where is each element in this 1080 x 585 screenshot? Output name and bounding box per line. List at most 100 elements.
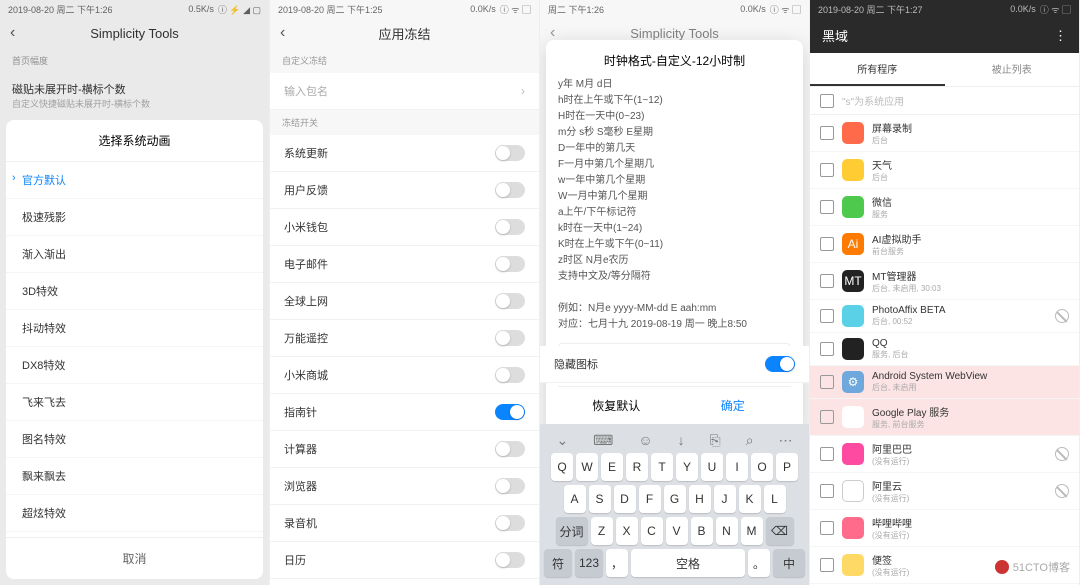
checkbox[interactable] [820, 375, 834, 389]
toggle-switch[interactable] [765, 356, 795, 372]
app-row[interactable]: 阿里云(没有运行) [810, 473, 1079, 510]
space-key[interactable]: 空格 [631, 549, 745, 577]
app-row[interactable]: QQ服务, 后台 [810, 333, 1079, 366]
kb-icon[interactable]: ⌄ [556, 432, 568, 449]
tab-all[interactable]: 所有程序 [810, 53, 945, 86]
checkbox[interactable] [820, 94, 834, 108]
animation-option[interactable]: 超炫特效 [6, 495, 263, 532]
toggle-switch[interactable] [495, 367, 525, 383]
key[interactable]: Q [551, 453, 573, 481]
freeze-row[interactable]: 小米商城 [270, 357, 539, 394]
freeze-row[interactable]: 指南针 [270, 394, 539, 431]
key[interactable]: F [639, 485, 661, 513]
block-icon[interactable] [1055, 484, 1069, 498]
checkbox[interactable] [820, 447, 834, 461]
checkbox[interactable] [820, 521, 834, 535]
key[interactable]: B [691, 517, 713, 545]
key[interactable]: D [614, 485, 636, 513]
key[interactable]: I [726, 453, 748, 481]
animation-option[interactable]: DX8特效 [6, 347, 263, 384]
back-icon[interactable]: ‹ [280, 24, 285, 42]
animation-option[interactable]: 图名特效 [6, 421, 263, 458]
key[interactable]: L [764, 485, 786, 513]
key[interactable]: E [601, 453, 623, 481]
key[interactable]: G [664, 485, 686, 513]
toggle-switch[interactable] [495, 145, 525, 161]
app-row[interactable]: PhotoAffix BETA后台, 00:52 [810, 300, 1079, 333]
toggle-switch[interactable] [495, 182, 525, 198]
key[interactable]: A [564, 485, 586, 513]
freeze-row[interactable]: 电子邮件 [270, 246, 539, 283]
freeze-row[interactable]: 计算器 [270, 431, 539, 468]
freeze-row[interactable]: 全球上网 [270, 283, 539, 320]
checkbox[interactable] [820, 237, 834, 251]
freeze-row[interactable]: 万能遥控 [270, 320, 539, 357]
key[interactable]: 中 [773, 549, 805, 577]
freeze-row[interactable]: 小米钱包 [270, 209, 539, 246]
animation-option[interactable]: 极速残影 [6, 199, 263, 236]
freeze-row[interactable]: 视频 [270, 579, 539, 585]
toggle-switch[interactable] [495, 293, 525, 309]
key[interactable]: Z [591, 517, 613, 545]
checkbox[interactable] [820, 410, 834, 424]
toggle-switch[interactable] [495, 404, 525, 420]
block-icon[interactable] [1055, 309, 1069, 323]
checkbox[interactable] [820, 558, 834, 572]
freeze-row[interactable]: 浏览器 [270, 468, 539, 505]
key[interactable]: 分词 [556, 517, 588, 545]
key[interactable]: S [589, 485, 611, 513]
key[interactable]: 。 [748, 549, 770, 577]
freeze-row[interactable]: 系统更新 [270, 135, 539, 172]
block-icon[interactable] [1055, 447, 1069, 461]
toggle-switch[interactable] [495, 552, 525, 568]
animation-option[interactable]: 官方默认 [6, 162, 263, 199]
app-row[interactable]: 天气后台 [810, 152, 1079, 189]
key[interactable]: ， [606, 549, 628, 577]
cancel-button[interactable]: 取消 [6, 537, 263, 579]
key[interactable]: U [701, 453, 723, 481]
app-row[interactable]: 微信服务 [810, 189, 1079, 226]
key[interactable]: N [716, 517, 738, 545]
key[interactable]: 123 [575, 549, 603, 577]
ok-button[interactable]: 确定 [675, 387, 792, 424]
app-row[interactable]: ⚙Android System WebView后台, 未启用 [810, 366, 1079, 399]
key[interactable]: T [651, 453, 673, 481]
toggle-switch[interactable] [495, 256, 525, 272]
checkbox[interactable] [820, 342, 834, 356]
key[interactable]: R [626, 453, 648, 481]
key[interactable]: K [739, 485, 761, 513]
key[interactable]: W [576, 453, 598, 481]
toggle-switch[interactable] [495, 441, 525, 457]
app-row[interactable]: MTMT管理器后台, 未启用, 30:03 [810, 263, 1079, 300]
app-row[interactable]: 阿里巴巴(没有运行) [810, 436, 1079, 473]
animation-option[interactable]: 抖动特效 [6, 310, 263, 347]
emoji-icon[interactable]: ☺ [638, 432, 652, 449]
checkbox[interactable] [820, 200, 834, 214]
app-row[interactable]: 哔哩哔哩(没有运行) [810, 510, 1079, 547]
search-input[interactable]: "s"为系统应用 [810, 87, 1079, 115]
key[interactable]: P [776, 453, 798, 481]
reset-button[interactable]: 恢复默认 [558, 387, 675, 424]
freeze-row[interactable]: 录音机 [270, 505, 539, 542]
checkbox[interactable] [820, 274, 834, 288]
freeze-row[interactable]: 用户反馈 [270, 172, 539, 209]
toggle-switch[interactable] [495, 515, 525, 531]
clip-icon[interactable]: ⎘ [710, 432, 721, 449]
animation-option[interactable]: 渐入渐出 [6, 236, 263, 273]
app-row[interactable]: 屏幕录制后台 [810, 115, 1079, 152]
toggle-switch[interactable] [495, 330, 525, 346]
key[interactable]: J [714, 485, 736, 513]
key[interactable]: 符 [544, 549, 572, 577]
more-icon[interactable]: ⋯ [778, 432, 792, 449]
mic-icon[interactable]: ↓ [678, 432, 685, 449]
key[interactable]: O [751, 453, 773, 481]
app-row[interactable]: ▶Google Play 服务服务, 前台服务 [810, 399, 1079, 436]
toggle-switch[interactable] [495, 478, 525, 494]
backspace-key[interactable]: ⌫ [766, 517, 794, 545]
app-row[interactable]: AiAI虚拟助手前台服务 [810, 226, 1079, 263]
freeze-row[interactable]: 日历 [270, 542, 539, 579]
tab-blocked[interactable]: 被止列表 [945, 53, 1080, 86]
key[interactable]: M [741, 517, 763, 545]
toggle-switch[interactable] [495, 219, 525, 235]
key[interactable]: Y [676, 453, 698, 481]
